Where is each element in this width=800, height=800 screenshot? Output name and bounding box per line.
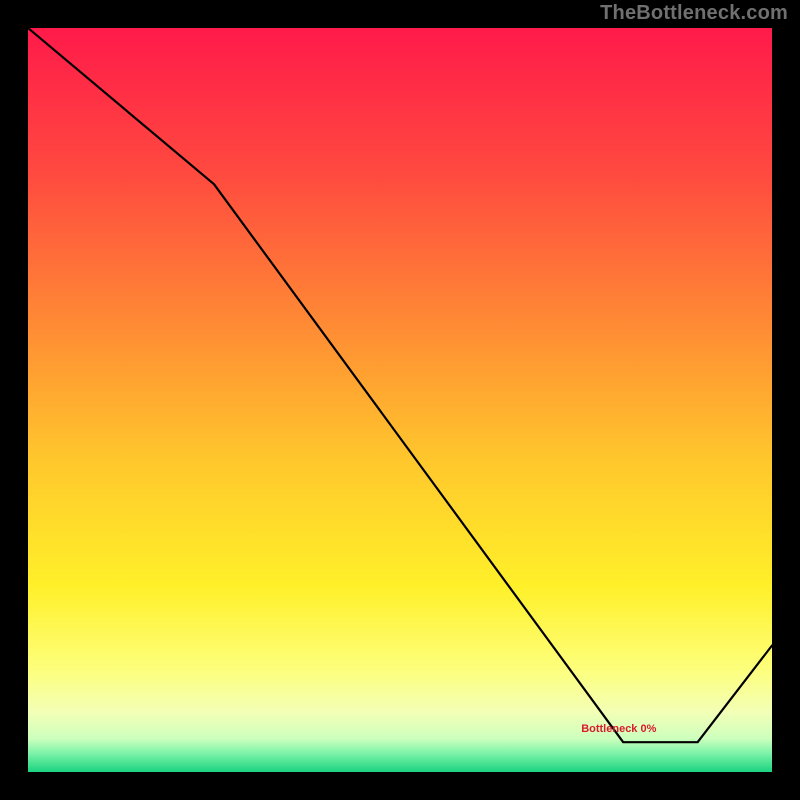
chart-container: TheBottleneck.com Bottleneck 0%	[0, 0, 800, 800]
chart-svg	[28, 28, 772, 772]
watermark-text: TheBottleneck.com	[600, 2, 788, 25]
annotation-bottleneck-zero: Bottleneck 0%	[581, 723, 656, 735]
line-series-bottleneck-curve	[28, 28, 772, 742]
plot-area: Bottleneck 0%	[28, 28, 772, 772]
